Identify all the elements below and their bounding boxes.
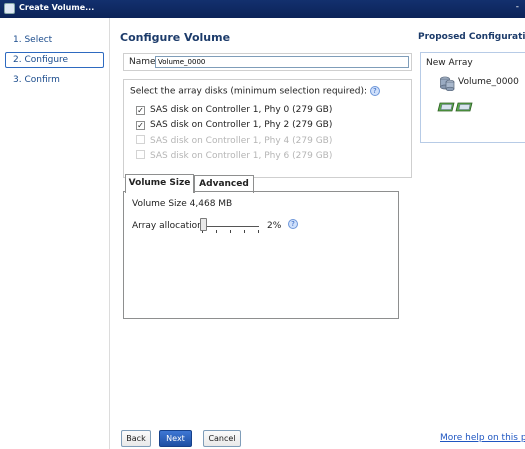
app-icon xyxy=(4,3,15,14)
help-icon[interactable]: ? xyxy=(288,219,298,229)
title-bar: Create Volume... - xyxy=(0,0,525,18)
back-button[interactable]: Back xyxy=(121,430,151,447)
nav-step-select[interactable]: 1. Select xyxy=(5,32,104,48)
name-row: Name: xyxy=(123,53,412,71)
checkbox-disabled-icon xyxy=(136,135,145,144)
disk-label: SAS disk on Controller 1, Phy 6 (279 GB) xyxy=(150,151,333,161)
page-title: Configure Volume xyxy=(120,31,231,44)
minimize-button[interactable]: - xyxy=(516,2,519,12)
disk-option: SAS disk on Controller 1, Phy 6 (279 GB) xyxy=(136,150,332,162)
disk-selection-label: Select the array disks (minimum selectio… xyxy=(130,86,368,97)
window-title: Create Volume... xyxy=(19,3,95,12)
disk-selection-box: Select the array disks (minimum selectio… xyxy=(123,79,412,178)
disk-option: SAS disk on Controller 1, Phy 4 (279 GB) xyxy=(136,135,332,147)
disk-option[interactable]: ✓ SAS disk on Controller 1, Phy 0 (279 GB… xyxy=(136,105,332,117)
proposed-volume-name: Volume_0000 xyxy=(458,77,519,87)
disk-icon xyxy=(437,102,455,112)
new-array-card: New Array Volume_0000 xyxy=(420,52,525,143)
tab-volume-size[interactable]: Volume Size xyxy=(125,174,194,193)
disk-icon xyxy=(455,102,473,112)
new-array-label: New Array xyxy=(426,58,473,68)
configure-panel: Configure Volume Name: Select the array … xyxy=(111,18,412,449)
checkbox-disabled-icon xyxy=(136,150,145,159)
disk-label: SAS disk on Controller 1, Phy 4 (279 GB) xyxy=(150,136,333,146)
more-help-link[interactable]: More help on this page xyxy=(440,433,525,443)
slider-track xyxy=(201,226,259,227)
allocation-percent: 2% xyxy=(267,221,282,231)
proposed-configuration-title: Proposed Configuration xyxy=(418,32,525,42)
proposed-configuration-panel: Proposed Configuration New Array Volume_… xyxy=(412,18,525,449)
slider-tick xyxy=(258,230,259,233)
disk-label: SAS disk on Controller 1, Phy 2 (279 GB) xyxy=(150,120,333,130)
array-allocation-label: Array allocation: xyxy=(132,221,206,231)
array-allocation-slider[interactable] xyxy=(198,217,262,233)
nav-step-configure[interactable]: 2. Configure xyxy=(5,52,104,68)
volume-icon xyxy=(440,76,455,91)
wizard-steps: 1. Select 2. Configure 3. Confirm xyxy=(0,18,110,449)
slider-tick xyxy=(230,230,231,233)
checkbox-checked-icon[interactable]: ✓ xyxy=(136,121,145,130)
help-icon[interactable]: ? xyxy=(369,86,380,96)
disk-option[interactable]: ✓ SAS disk on Controller 1, Phy 2 (279 GB… xyxy=(136,120,332,132)
nav-step-confirm[interactable]: 3. Confirm xyxy=(5,72,104,88)
volume-size-panel: Volume Size 4,468 MB Array allocation: 2… xyxy=(123,191,399,319)
checkbox-checked-icon[interactable]: ✓ xyxy=(136,106,145,115)
slider-tick xyxy=(244,230,245,233)
next-button[interactable]: Next xyxy=(159,430,192,447)
volume-name-input[interactable] xyxy=(155,56,409,68)
slider-thumb[interactable] xyxy=(200,218,208,231)
volume-size-value: Volume Size 4,468 MB xyxy=(132,199,233,209)
disk-selection-instructions: Select the array disks (minimum selectio… xyxy=(130,86,380,97)
slider-tick xyxy=(216,230,217,233)
disk-label: SAS disk on Controller 1, Phy 0 (279 GB) xyxy=(150,105,333,115)
cancel-button[interactable]: Cancel xyxy=(203,430,241,447)
